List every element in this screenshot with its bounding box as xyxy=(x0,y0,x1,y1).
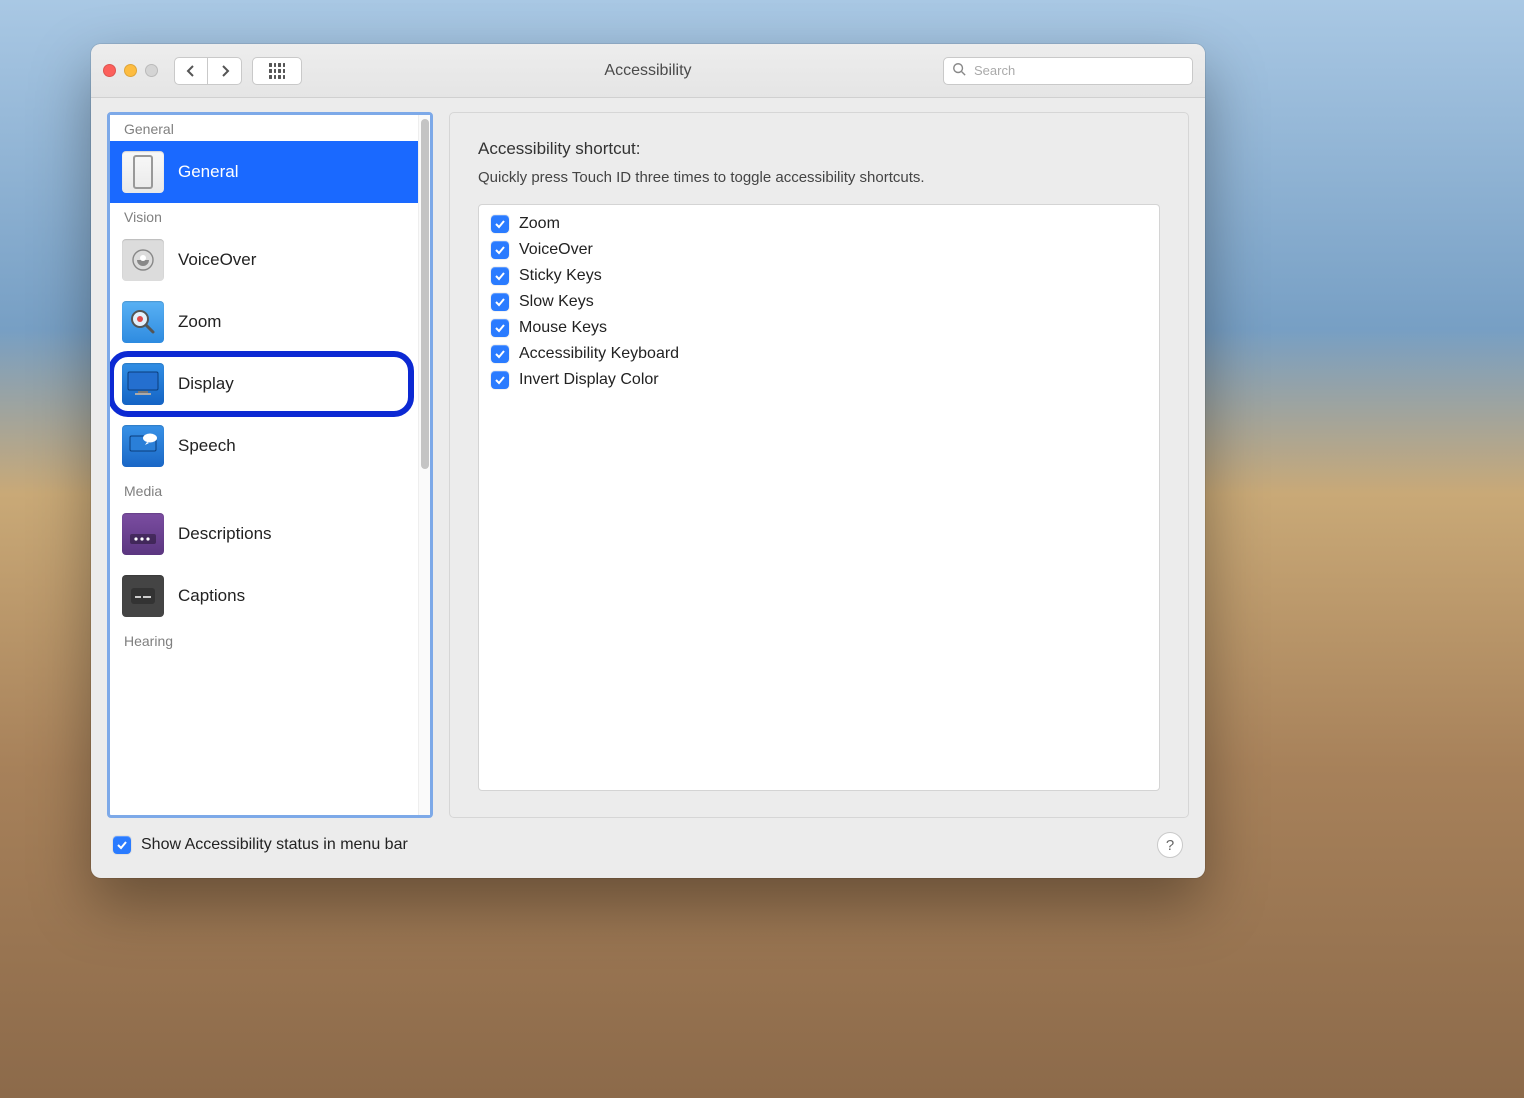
shortcut-list: Zoom VoiceOver Sticky Keys Slow Keys xyxy=(478,204,1160,791)
voiceover-icon xyxy=(122,239,164,281)
footer-row: Show Accessibility status in menu bar ? xyxy=(107,832,1189,864)
zoom-window-button[interactable] xyxy=(145,64,158,77)
nav-buttons xyxy=(174,57,242,85)
menubar-status-checkbox[interactable] xyxy=(113,836,131,854)
shortcut-zoom[interactable]: Zoom xyxy=(491,215,1147,233)
sidebar-section-header: Vision xyxy=(110,203,418,229)
shortcut-label: VoiceOver xyxy=(519,241,593,259)
checkbox-icon[interactable] xyxy=(491,371,509,389)
shortcut-voiceover[interactable]: VoiceOver xyxy=(491,241,1147,259)
shortcut-label: Sticky Keys xyxy=(519,267,602,285)
shortcut-label: Mouse Keys xyxy=(519,319,607,337)
category-sidebar: General General Vision xyxy=(107,112,433,818)
sidebar-item-zoom[interactable]: Zoom xyxy=(110,291,418,353)
sidebar-item-label: Descriptions xyxy=(178,524,272,544)
detail-subtext: Quickly press Touch ID three times to to… xyxy=(478,169,1160,186)
detail-panel: Accessibility shortcut: Quickly press To… xyxy=(449,112,1189,818)
back-button[interactable] xyxy=(174,57,208,85)
sidebar-item-voiceover[interactable]: VoiceOver xyxy=(110,229,418,291)
speech-icon xyxy=(122,425,164,467)
shortcut-label: Accessibility Keyboard xyxy=(519,345,679,363)
close-window-button[interactable] xyxy=(103,64,116,77)
shortcut-label: Zoom xyxy=(519,215,560,233)
category-list[interactable]: General General Vision xyxy=(110,115,418,815)
search-icon xyxy=(952,62,966,79)
shortcut-label: Invert Display Color xyxy=(519,371,659,389)
sidebar-item-label: General xyxy=(178,162,238,182)
sidebar-item-label: VoiceOver xyxy=(178,250,256,270)
scroll-thumb[interactable] xyxy=(421,119,429,469)
shortcut-sticky-keys[interactable]: Sticky Keys xyxy=(491,267,1147,285)
checkbox-icon[interactable] xyxy=(491,345,509,363)
checkbox-icon[interactable] xyxy=(491,319,509,337)
descriptions-icon xyxy=(122,513,164,555)
sidebar-scrollbar[interactable] xyxy=(418,115,430,815)
sidebar-item-label: Display xyxy=(178,374,234,394)
sidebar-item-captions[interactable]: Captions xyxy=(110,565,418,627)
window-body: General General Vision xyxy=(91,98,1205,878)
shortcut-label: Slow Keys xyxy=(519,293,594,311)
checkbox-icon[interactable] xyxy=(491,241,509,259)
shortcut-accessibility-keyboard[interactable]: Accessibility Keyboard xyxy=(491,345,1147,363)
sidebar-item-display[interactable]: Display xyxy=(110,353,418,415)
sidebar-item-label: Speech xyxy=(178,436,236,456)
shortcut-slow-keys[interactable]: Slow Keys xyxy=(491,293,1147,311)
sidebar-item-label: Captions xyxy=(178,586,245,606)
sidebar-item-label: Zoom xyxy=(178,312,221,332)
sidebar-section-header: Hearing xyxy=(110,627,418,653)
shortcut-invert-display-color[interactable]: Invert Display Color xyxy=(491,371,1147,389)
display-icon xyxy=(122,363,164,405)
minimize-window-button[interactable] xyxy=(124,64,137,77)
forward-button[interactable] xyxy=(208,57,242,85)
menubar-status-label: Show Accessibility status in menu bar xyxy=(141,836,408,854)
window-controls xyxy=(103,64,164,77)
checkbox-icon[interactable] xyxy=(491,293,509,311)
checkbox-icon[interactable] xyxy=(491,267,509,285)
grid-icon xyxy=(269,63,285,79)
detail-heading: Accessibility shortcut: xyxy=(478,139,1160,159)
show-all-button[interactable] xyxy=(252,57,302,85)
help-icon: ? xyxy=(1166,837,1174,854)
preferences-window: Accessibility General General xyxy=(91,44,1205,878)
zoom-icon xyxy=(122,301,164,343)
general-icon xyxy=(122,151,164,193)
search-field[interactable] xyxy=(943,57,1193,85)
sidebar-section-header: Media xyxy=(110,477,418,503)
help-button[interactable]: ? xyxy=(1157,832,1183,858)
titlebar: Accessibility xyxy=(91,44,1205,98)
sidebar-item-general[interactable]: General xyxy=(110,141,418,203)
sidebar-item-speech[interactable]: Speech xyxy=(110,415,418,477)
sidebar-section-header: General xyxy=(110,115,418,141)
shortcut-mouse-keys[interactable]: Mouse Keys xyxy=(491,319,1147,337)
search-input[interactable] xyxy=(972,62,1184,79)
sidebar-item-descriptions[interactable]: Descriptions xyxy=(110,503,418,565)
checkbox-icon[interactable] xyxy=(491,215,509,233)
captions-icon xyxy=(122,575,164,617)
